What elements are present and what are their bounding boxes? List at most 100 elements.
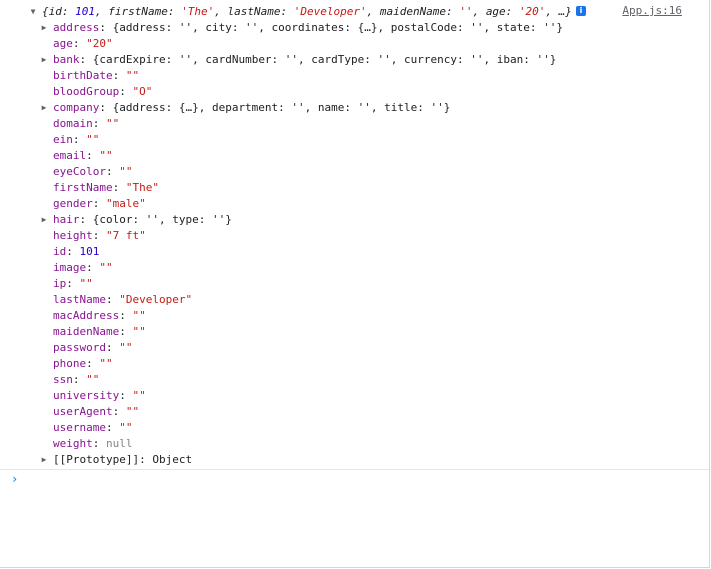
- property-key: eyeColor: [53, 165, 106, 178]
- property-row-eyecolor: eyeColor: "": [53, 164, 132, 180]
- property-colon: :: [105, 421, 120, 434]
- summary-value: 'The': [181, 5, 215, 18]
- property-value: "": [132, 325, 146, 338]
- property-value: "Developer": [119, 293, 193, 306]
- property-colon: :: [139, 453, 153, 466]
- property-value: "": [125, 405, 140, 418]
- property-key: id: [53, 245, 67, 258]
- property-row-age: age: "20": [53, 36, 113, 52]
- property-colon: :: [92, 117, 106, 130]
- property-row-height: height: "7 ft": [53, 228, 146, 244]
- expand-triangle-icon[interactable]: ▶: [39, 212, 49, 228]
- property-colon: :: [112, 405, 126, 418]
- expand-triangle-icon[interactable]: ▶: [39, 52, 49, 68]
- property-colon: :: [86, 261, 100, 274]
- property-colon: :: [72, 133, 87, 146]
- summary-separator: ,: [95, 5, 109, 18]
- property-row-weight: weight: null: [53, 436, 133, 452]
- property-row-useragent: userAgent: "": [53, 404, 139, 420]
- property-row-birthdate: birthDate: "": [53, 68, 139, 84]
- property-row-ein: ein: "": [53, 132, 99, 148]
- expand-triangle-icon[interactable]: ▶: [39, 452, 49, 468]
- source-link[interactable]: App.js:16: [622, 4, 682, 17]
- property-key: domain: [53, 117, 93, 130]
- object-summary-row[interactable]: ▼ {id: 101, firstName: 'The', lastName: '…: [31, 4, 586, 20]
- console-prompt[interactable]: ›: [11, 472, 18, 486]
- property-key: lastName: [53, 293, 106, 306]
- property-preview: {color: '', type: ''}: [92, 213, 232, 226]
- property-value: "": [125, 69, 140, 82]
- property-row-bank[interactable]: ▶ bank: {cardExpire: '', cardNumber: '', …: [42, 52, 557, 68]
- property-value: "": [79, 277, 93, 290]
- property-value: "20": [86, 37, 113, 50]
- property-colon: :: [119, 325, 133, 338]
- property-key: age: [53, 37, 73, 50]
- property-row-lastname: lastName: "Developer": [53, 292, 192, 308]
- property-colon: :: [66, 277, 80, 290]
- console-panel: App.js:16 ▼ {id: 101, firstName: 'The', l…: [0, 0, 710, 568]
- property-key: username: [53, 421, 106, 434]
- property-value: "": [132, 309, 146, 322]
- expand-triangle-icon[interactable]: ▶: [39, 100, 49, 116]
- summary-key: age:: [485, 5, 519, 18]
- prototype-value: Object: [152, 453, 193, 466]
- property-row-email: email: "": [53, 148, 113, 164]
- property-value: "": [99, 261, 113, 274]
- property-value: "": [99, 149, 113, 162]
- property-colon: :: [92, 437, 106, 450]
- property-colon: :: [79, 213, 93, 226]
- property-row-university: university: "": [53, 388, 146, 404]
- summary-key: firstName:: [108, 5, 182, 18]
- property-key: userAgent: [53, 405, 113, 418]
- info-icon[interactable]: i: [575, 6, 586, 16]
- summary-key: lastName:: [227, 5, 294, 18]
- property-row-macaddress: macAddress: "": [53, 308, 146, 324]
- property-row-maidenname: maidenName: "": [53, 324, 146, 340]
- prototype-row[interactable]: ▶ [[Prototype]]: Object: [42, 452, 193, 468]
- property-row-domain: domain: "": [53, 116, 119, 132]
- property-colon: :: [105, 165, 120, 178]
- property-value: "": [99, 357, 113, 370]
- property-row-gender: gender: "male": [53, 196, 146, 212]
- summary-separator: ,: [366, 5, 380, 18]
- property-key: bank: [53, 53, 80, 66]
- summary-value: '20': [518, 5, 546, 18]
- property-row-ssn: ssn: "": [53, 372, 99, 388]
- property-colon: :: [105, 293, 120, 306]
- property-value: "": [119, 421, 133, 434]
- property-value: "": [86, 373, 100, 386]
- property-key: ip: [53, 277, 67, 290]
- summary-value: 101: [75, 5, 95, 18]
- collapse-triangle-icon[interactable]: ▼: [28, 4, 38, 20]
- property-key: gender: [53, 197, 93, 210]
- property-key: firstName: [53, 181, 113, 194]
- property-colon: :: [119, 85, 133, 98]
- property-row-address[interactable]: ▶ address: {address: '', city: '', coordi…: [42, 20, 563, 36]
- property-value: "": [106, 117, 120, 130]
- property-key: bloodGroup: [53, 85, 120, 98]
- property-key: weight: [53, 437, 93, 450]
- property-value: "": [86, 133, 100, 146]
- property-key: company: [53, 101, 100, 114]
- property-value: "": [132, 389, 146, 402]
- property-colon: :: [66, 245, 80, 258]
- property-value: "": [119, 165, 133, 178]
- property-value: "O": [132, 85, 153, 98]
- property-row-hair[interactable]: ▶ hair: {color: '', type: ''}: [42, 212, 232, 228]
- property-key: macAddress: [53, 309, 120, 322]
- property-row-phone: phone: "": [53, 356, 113, 372]
- expand-triangle-icon[interactable]: ▶: [39, 20, 49, 36]
- property-value: "7 ft": [106, 229, 146, 242]
- property-value: "": [119, 341, 133, 354]
- property-row-company[interactable]: ▶ company: {address: {…}, department: '',…: [42, 100, 451, 116]
- summary-value: '': [459, 5, 473, 18]
- property-row-password: password: "": [53, 340, 132, 356]
- property-row-id: id: 101: [53, 244, 99, 260]
- property-row-bloodgroup: bloodGroup: "O": [53, 84, 152, 100]
- property-key: hair: [53, 213, 80, 226]
- summary-value: 'Developer': [293, 5, 367, 18]
- property-colon: :: [72, 373, 87, 386]
- object-summary-text: {id: 101, firstName: 'The', lastName: 'D…: [42, 5, 572, 18]
- summary-key: id:: [48, 5, 76, 18]
- property-colon: :: [105, 341, 120, 354]
